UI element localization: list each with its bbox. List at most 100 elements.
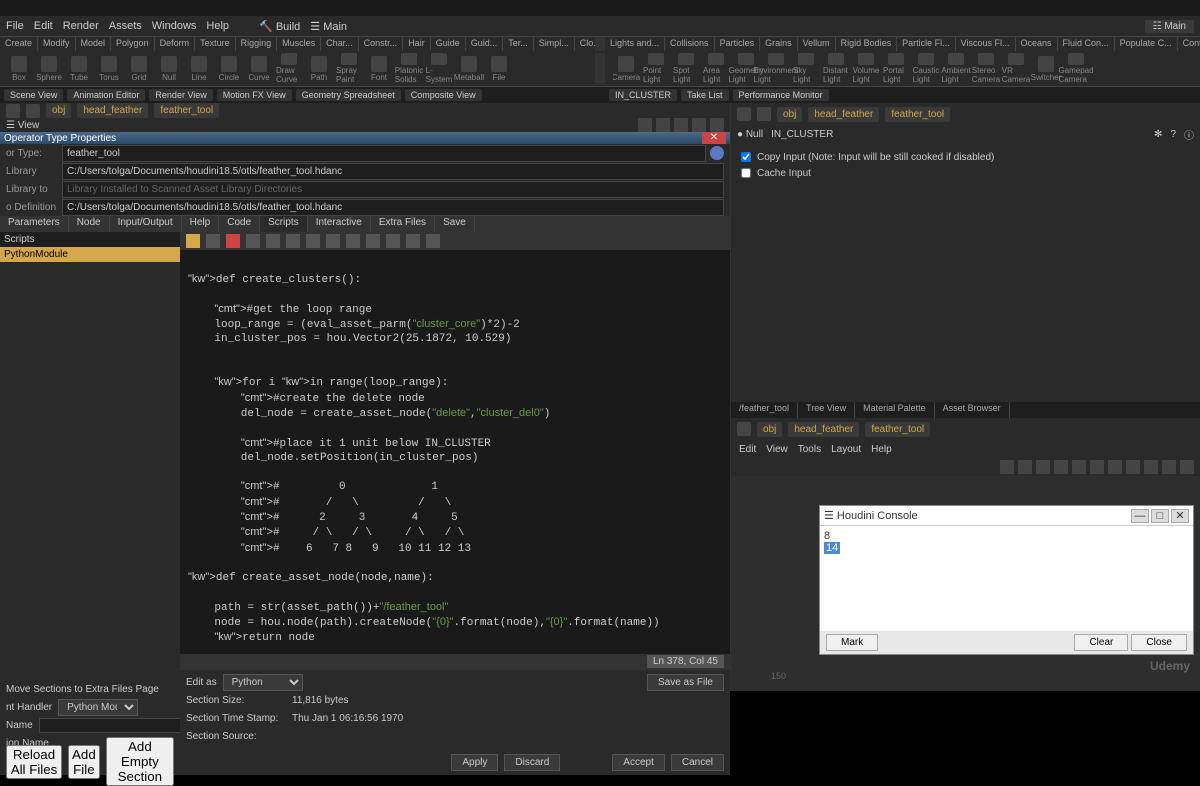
crumb-tool[interactable]: feather_tool	[885, 107, 950, 122]
ng-tool-icon[interactable]	[1090, 460, 1104, 474]
shelf-tabs-right-item[interactable]: Lights and...	[605, 37, 665, 51]
shelf-tabs-left-item[interactable]: Char...	[321, 37, 359, 51]
shelf-tabs-left-item[interactable]: Modify	[38, 37, 76, 51]
shelf-tabs-left-item[interactable]: Model	[76, 37, 112, 51]
crumb-tool[interactable]: feather_tool	[154, 103, 219, 118]
shelf-tool-grid[interactable]: Grid	[126, 53, 152, 84]
crumb-head[interactable]: head_feather	[808, 107, 879, 122]
shelf-tabs-left-item[interactable]: Ter...	[503, 37, 534, 51]
shelf-tool-stereo-camera[interactable]: Stereo Camera	[973, 53, 999, 84]
shelf-tabs-right-item[interactable]: Populate C...	[1115, 37, 1178, 51]
desktop-main[interactable]: ☰ Main	[310, 20, 347, 33]
discard-button[interactable]: Discard	[504, 754, 560, 771]
ng-menu-items-item[interactable]: Edit	[739, 444, 756, 455]
gear-icon[interactable]: ✻	[1154, 129, 1162, 140]
shelf-tabs-right-item[interactable]: Particle Fl...	[897, 37, 956, 51]
shelf-tool-sphere[interactable]: Sphere	[36, 53, 62, 84]
ng-tabs-item[interactable]: Tree View	[798, 402, 855, 418]
shelf-tool-environment-light[interactable]: Environment Light	[763, 53, 789, 84]
tool-icon[interactable]	[306, 234, 320, 248]
code-editor[interactable]: "kw">def create_clusters(): "cmt">#get t…	[180, 250, 730, 654]
shelf-tabs-right-item[interactable]: Fluid Con...	[1058, 37, 1115, 51]
help-icon[interactable]	[710, 146, 724, 160]
clear-button[interactable]: Clear	[1074, 634, 1128, 651]
nav-fwd-icon[interactable]	[757, 107, 771, 121]
shelf-tabs-left-item[interactable]: Hair	[403, 37, 431, 51]
ng-tool-icon[interactable]	[1072, 460, 1086, 474]
undo-icon[interactable]	[186, 234, 200, 248]
close-icon[interactable]: ✕	[1171, 509, 1189, 523]
shelf-tool-ambient-light[interactable]: Ambient Light	[943, 53, 969, 84]
shelf-tabs-right-item[interactable]: Viscous Fl...	[956, 37, 1016, 51]
name-input[interactable]	[39, 718, 181, 733]
tool-icon[interactable]	[426, 234, 440, 248]
shelf-tabs-left-item[interactable]: Polygon	[111, 37, 155, 51]
ng-tool-icon[interactable]	[1162, 460, 1176, 474]
shelf-tabs-left-item[interactable]: Guid...	[466, 37, 504, 51]
crumb-head[interactable]: head_feather	[788, 422, 859, 437]
shelf-tabs-left-item[interactable]: Rigging	[236, 37, 278, 51]
shelf-tool-file[interactable]: File	[486, 53, 512, 84]
menu-edit[interactable]: Edit	[34, 20, 53, 32]
ng-tabs-item[interactable]: Asset Browser	[935, 402, 1010, 418]
maximize-icon[interactable]: □	[1151, 509, 1169, 523]
tool-icon[interactable]	[406, 234, 420, 248]
ng-tool-icon[interactable]	[1108, 460, 1122, 474]
tabs-right-item[interactable]: IN_CLUSTER	[609, 89, 677, 101]
ng-menu-items-item[interactable]: View	[766, 444, 788, 455]
menu-assets[interactable]: Assets	[109, 20, 142, 32]
view-tool-icon[interactable]	[656, 118, 670, 132]
tabs-left-item[interactable]: Motion FX View	[217, 89, 292, 101]
view-tool-icon[interactable]	[710, 118, 724, 132]
shelf-tool-platonic-solids[interactable]: Platonic Solids	[396, 53, 422, 84]
shelf-tool-volume-light[interactable]: Volume Light	[853, 53, 879, 84]
crumb-obj[interactable]: obj	[757, 422, 782, 437]
desktop-build[interactable]: 🔨 Build	[259, 20, 300, 33]
crumb-obj[interactable]: obj	[46, 103, 71, 118]
shelf-tool-caustic-light[interactable]: Caustic Light	[913, 53, 939, 84]
shelf-tool-portal-light[interactable]: Portal Light	[883, 53, 909, 84]
cancel-button[interactable]: Cancel	[671, 754, 724, 771]
copyinput-checkbox[interactable]	[741, 152, 751, 162]
prop-tab-scripts[interactable]: Scripts	[260, 216, 308, 232]
tabs-left-item[interactable]: Geometry Spreadsheet	[296, 89, 401, 101]
handler-select[interactable]: Python Module	[58, 699, 138, 716]
tabs-left-item[interactable]: Composite View	[405, 89, 482, 101]
tabs-left-item[interactable]: Scene View	[4, 89, 63, 101]
cut-icon[interactable]	[226, 234, 240, 248]
shelf-tabs-left-item[interactable]: Deform	[155, 37, 196, 51]
null-name[interactable]: IN_CLUSTER	[771, 129, 833, 140]
prop-tab-code[interactable]: Code	[219, 216, 260, 232]
find-icon[interactable]	[286, 234, 300, 248]
ng-tabs-item[interactable]: Material Palette	[855, 402, 935, 418]
shelf-tool-curve[interactable]: Curve	[246, 53, 272, 84]
view-tool-icon[interactable]	[638, 118, 652, 132]
tabs-left-item[interactable]: Animation Editor	[67, 89, 145, 101]
shelf-tool-circle[interactable]: Circle	[216, 53, 242, 84]
addfile-button[interactable]: Add File	[68, 745, 100, 779]
tool-icon[interactable]	[386, 234, 400, 248]
apply-button[interactable]: Apply	[451, 754, 498, 771]
shelf-tool-gamepad-camera[interactable]: Gamepad Camera	[1063, 53, 1089, 84]
shelf-tabs-left-item[interactable]: Constr...	[359, 37, 404, 51]
ng-tool-icon[interactable]	[1054, 460, 1068, 474]
info-icon[interactable]: ⓘ	[1184, 127, 1194, 142]
crumb-obj[interactable]: obj	[777, 107, 802, 122]
shelf-tool-line[interactable]: Line	[186, 53, 212, 84]
shelf-tabs-left-item[interactable]: Clo...	[575, 37, 595, 51]
shelf-tool-spot-light[interactable]: Spot Light	[673, 53, 699, 84]
nav-back-icon[interactable]	[737, 422, 751, 436]
ng-tool-icon[interactable]	[1000, 460, 1014, 474]
prop-tab-input/output[interactable]: Input/Output	[110, 216, 182, 232]
mark-button[interactable]: Mark	[826, 634, 878, 651]
reload-button[interactable]: Reload All Files	[6, 745, 62, 779]
editas-select[interactable]: Python	[223, 674, 303, 691]
shelf-tabs-left-item[interactable]: Guide	[431, 37, 466, 51]
ng-tool-icon[interactable]	[1180, 460, 1194, 474]
tabs-right-item[interactable]: Performance Monitor	[733, 89, 829, 101]
shelf-tool-vr-camera[interactable]: VR Camera	[1003, 53, 1029, 84]
accept-button[interactable]: Accept	[612, 754, 665, 771]
shelf-tabs-left-item[interactable]: Create	[0, 37, 38, 51]
ng-menu-items-item[interactable]: Help	[871, 444, 892, 455]
shelf-tabs-right-item[interactable]: Collisions	[665, 37, 715, 51]
